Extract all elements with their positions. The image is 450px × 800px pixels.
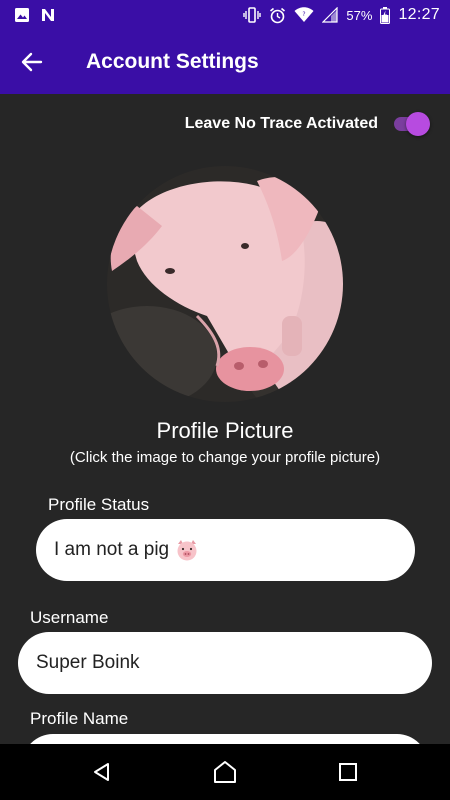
- battery-percent: 57%: [346, 7, 373, 23]
- leave-no-trace-switch[interactable]: [392, 112, 430, 136]
- arrow-left-icon: [21, 51, 43, 73]
- status-bar-left: [14, 7, 56, 23]
- vibrate-icon: [243, 7, 262, 23]
- recents-square-icon: [338, 762, 358, 782]
- home-icon: [212, 760, 238, 784]
- system-nav-bar: [0, 744, 450, 800]
- leave-no-trace-label: Leave No Trace Activated: [184, 115, 378, 132]
- nav-recents-button[interactable]: [320, 744, 376, 800]
- app-bar: Account Settings: [0, 30, 450, 94]
- image-icon: [14, 7, 30, 23]
- pig-photo: [107, 166, 343, 402]
- nav-home-button[interactable]: [197, 744, 253, 800]
- battery-icon: [380, 6, 391, 24]
- account-settings-content: Leave No Trace Activated Profile Picture…: [0, 94, 450, 744]
- profile-name-input[interactable]: [22, 734, 428, 744]
- username-input[interactable]: Super Boink: [18, 632, 432, 694]
- status-bar: ? 57% 12:27: [0, 0, 450, 30]
- profile-picture-avatar[interactable]: [107, 166, 343, 402]
- svg-text:?: ?: [303, 11, 306, 18]
- nav-back-button[interactable]: [74, 744, 130, 800]
- wifi-icon: ?: [294, 7, 314, 23]
- signal-icon: [322, 7, 339, 23]
- profile-status-label: Profile Status: [48, 495, 150, 514]
- page-title: Account Settings: [86, 50, 259, 73]
- n-notification-icon: [40, 7, 56, 23]
- switch-thumb: [406, 112, 430, 136]
- username-value: Super Boink: [36, 652, 140, 673]
- username-label: Username: [30, 608, 109, 627]
- status-time: 12:27: [398, 6, 440, 23]
- profile-status-value: I am not a pig: [54, 539, 170, 560]
- back-button[interactable]: [0, 30, 64, 94]
- profile-picture-title: Profile Picture: [156, 418, 294, 443]
- pig-face-icon: [175, 538, 199, 562]
- status-bar-right: ? 57% 12:27: [243, 6, 440, 24]
- back-triangle-icon: [91, 761, 113, 783]
- profile-name-label: Profile Name: [30, 709, 129, 728]
- leave-no-trace-row: Leave No Trace Activated: [185, 112, 430, 136]
- alarm-icon: [269, 7, 286, 24]
- profile-picture-hint: (Click the image to change your profile …: [69, 449, 381, 466]
- profile-status-input[interactable]: I am not a pig: [36, 519, 415, 581]
- screen: ? 57% 12:27 Account Settings Leave No Tr…: [0, 0, 450, 800]
